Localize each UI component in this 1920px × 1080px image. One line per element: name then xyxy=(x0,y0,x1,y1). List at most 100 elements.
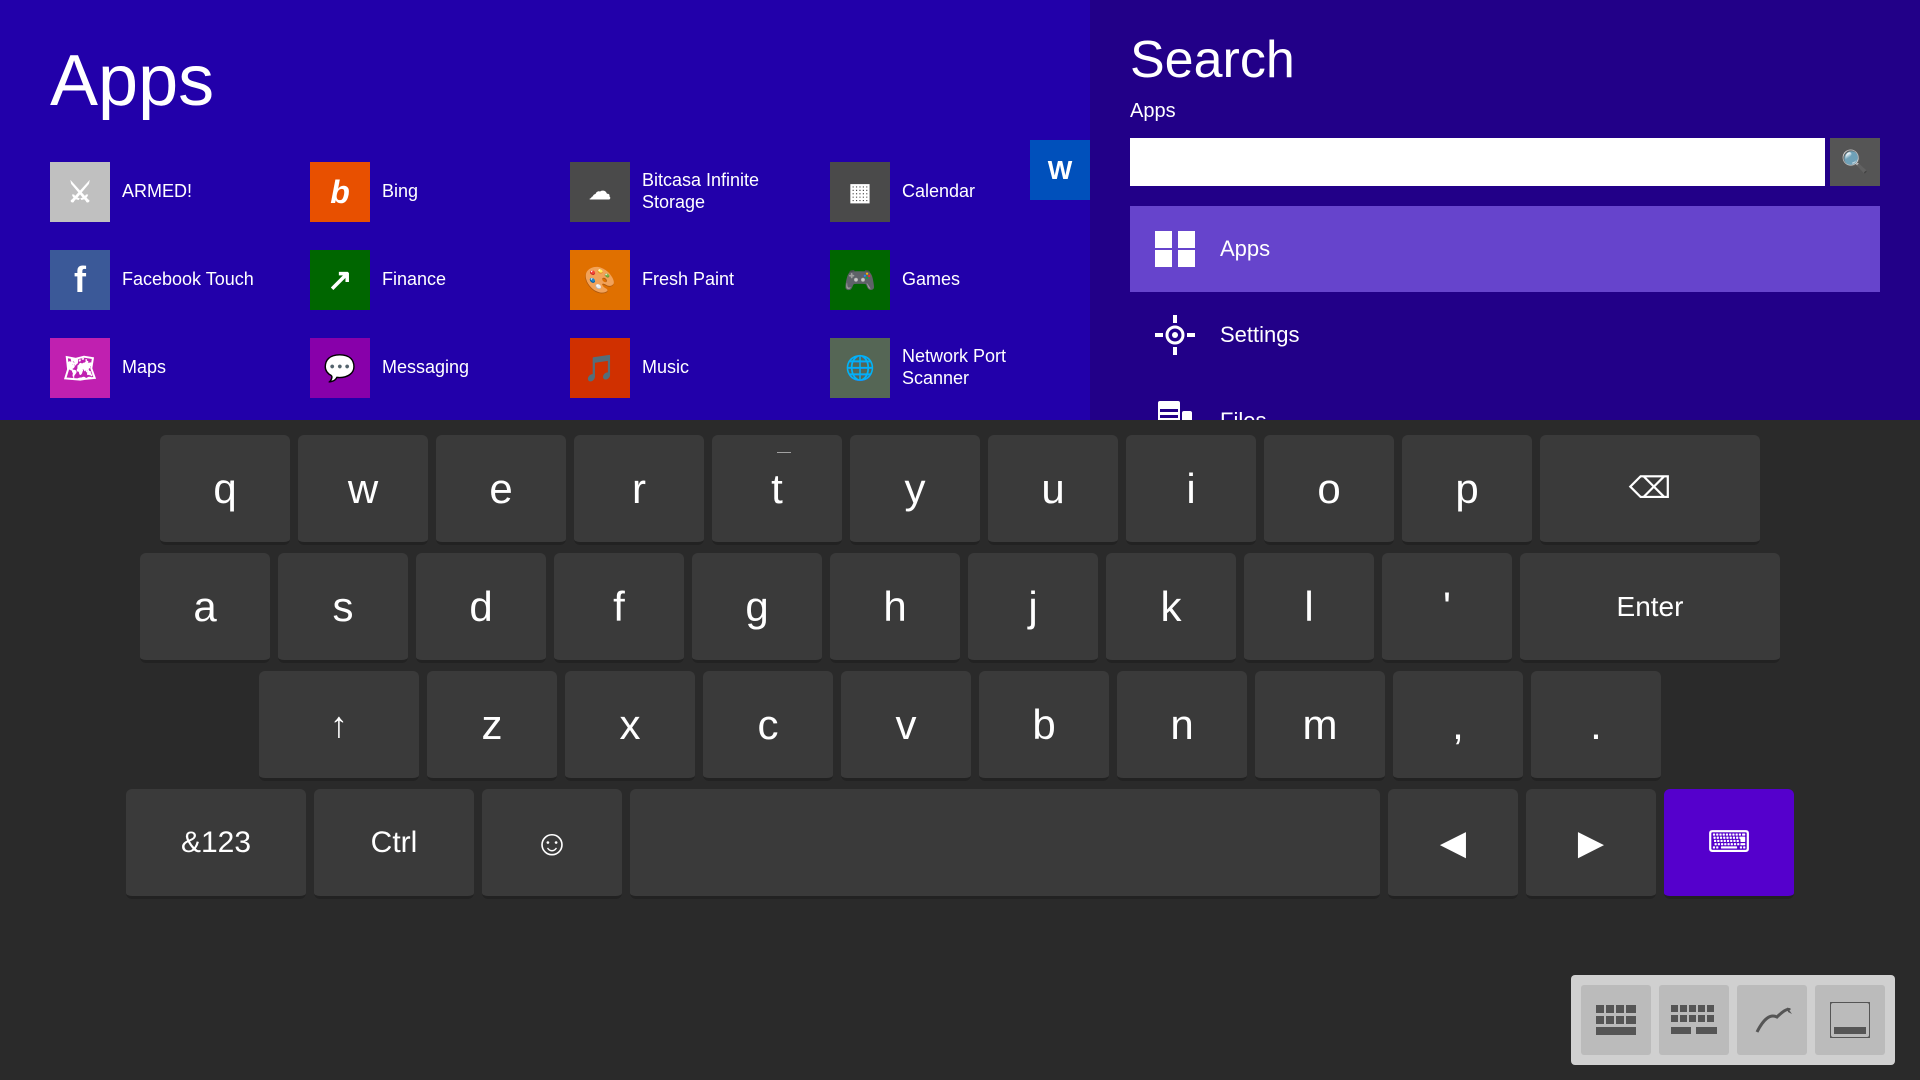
key-keyboard-toggle[interactable]: ⌨ xyxy=(1664,789,1794,899)
key-e[interactable]: e xyxy=(436,435,566,545)
settings-option-icon xyxy=(1150,310,1200,360)
apps-option-icon xyxy=(1150,224,1200,274)
key-apostrophe[interactable]: ' xyxy=(1382,553,1512,663)
key-u[interactable]: u xyxy=(988,435,1118,545)
key-p[interactable]: p xyxy=(1402,435,1532,545)
app-label-bitcasa: Bitcasa Infinite Storage xyxy=(642,170,810,213)
app-item-maps[interactable]: 🗺 Maps xyxy=(50,328,290,408)
keyboard-area: q w e r t — y u i o p ⌫ a s d f g h j xyxy=(0,420,1920,1080)
key-d[interactable]: d xyxy=(416,553,546,663)
key-ctrl[interactable]: Ctrl xyxy=(314,789,474,899)
key-g[interactable]: g xyxy=(692,553,822,663)
search-option-settings[interactable]: Settings xyxy=(1130,292,1880,378)
apps-area: Apps ⚔ ARMED! b Bing ☁ Bitcasa Infinite … xyxy=(0,0,1090,420)
app-label-maps: Maps xyxy=(122,357,166,379)
key-j[interactable]: j xyxy=(968,553,1098,663)
app-label-fresh-paint: Fresh Paint xyxy=(642,269,734,291)
app-item-bing[interactable]: b Bing xyxy=(310,152,550,232)
search-button[interactable]: 🔍 xyxy=(1830,138,1880,186)
key-backspace[interactable]: ⌫ xyxy=(1540,435,1760,545)
tool-standard-keyboard[interactable] xyxy=(1581,985,1651,1055)
app-icon-music: 🎵 xyxy=(570,338,630,398)
app-label-network: Network Port Scanner xyxy=(902,346,1070,389)
app-item-games[interactable]: 🎮 Games xyxy=(830,240,1070,320)
app-item-fresh-paint[interactable]: 🎨 Fresh Paint xyxy=(570,240,810,320)
key-y[interactable]: y xyxy=(850,435,980,545)
app-icon-maps: 🗺 xyxy=(50,338,110,398)
search-option-apps[interactable]: Apps xyxy=(1130,206,1880,292)
keyboard-rows: q w e r t — y u i o p ⌫ a s d f g h j xyxy=(0,420,1920,917)
key-o[interactable]: o xyxy=(1264,435,1394,545)
app-icon-games: 🎮 xyxy=(830,250,890,310)
key-r[interactable]: r xyxy=(574,435,704,545)
app-icon-fresh-paint: 🎨 xyxy=(570,250,630,310)
key-q[interactable]: q xyxy=(160,435,290,545)
keyboard-row-1: q w e r t — y u i o p ⌫ xyxy=(20,435,1900,545)
key-n[interactable]: n xyxy=(1117,671,1247,781)
app-label-games: Games xyxy=(902,269,960,291)
key-s[interactable]: s xyxy=(278,553,408,663)
app-icon-armed: ⚔ xyxy=(50,162,110,222)
key-v[interactable]: v xyxy=(841,671,971,781)
app-icon-facebook: f xyxy=(50,250,110,310)
tool-split-keyboard[interactable] xyxy=(1659,985,1729,1055)
key-a[interactable]: a xyxy=(140,553,270,663)
key-right-arrow[interactable]: ▶ xyxy=(1526,789,1656,899)
search-box-row: 🔍 xyxy=(1130,138,1880,186)
app-label-finance: Finance xyxy=(382,269,446,291)
key-w[interactable]: w xyxy=(298,435,428,545)
key-b[interactable]: b xyxy=(979,671,1109,781)
app-label-messaging: Messaging xyxy=(382,357,469,379)
app-icon-wi: W xyxy=(1030,140,1090,200)
app-icon-bing: b xyxy=(310,162,370,222)
search-title: Search xyxy=(1130,30,1880,90)
key-enter[interactable]: Enter xyxy=(1520,553,1780,663)
app-label-armed: ARMED! xyxy=(122,181,192,203)
key-c[interactable]: c xyxy=(703,671,833,781)
tool-minimize-keyboard[interactable] xyxy=(1815,985,1885,1055)
tool-handwriting[interactable] xyxy=(1737,985,1807,1055)
key-f[interactable]: f xyxy=(554,553,684,663)
keyboard-row-2: a s d f g h j k l ' Enter xyxy=(20,553,1900,663)
key-i[interactable]: i xyxy=(1126,435,1256,545)
app-icon-network: 🌐 xyxy=(830,338,890,398)
search-option-apps-label: Apps xyxy=(1220,236,1270,262)
key-x[interactable]: x xyxy=(565,671,695,781)
app-label-music: Music xyxy=(642,357,689,379)
key-k[interactable]: k xyxy=(1106,553,1236,663)
key-period[interactable]: . xyxy=(1531,671,1661,781)
search-panel: Search Apps 🔍 Apps xyxy=(1090,0,1920,420)
key-m[interactable]: m xyxy=(1255,671,1385,781)
app-item-facebook[interactable]: f Facebook Touch xyxy=(50,240,290,320)
app-label-bing: Bing xyxy=(382,181,418,203)
search-input[interactable] xyxy=(1130,138,1825,186)
key-comma[interactable]: , xyxy=(1393,671,1523,781)
keyboard-row-4: &123 Ctrl ☺ ◀ ▶ ⌨ xyxy=(20,789,1900,899)
key-space[interactable] xyxy=(630,789,1380,899)
key-z[interactable]: z xyxy=(427,671,557,781)
key-emoji[interactable]: ☺ xyxy=(482,789,622,899)
app-label-facebook: Facebook Touch xyxy=(122,269,254,291)
app-item-messaging[interactable]: 💬 Messaging xyxy=(310,328,550,408)
backspace-icon: ⌫ xyxy=(1629,471,1671,506)
app-item-bitcasa[interactable]: ☁ Bitcasa Infinite Storage xyxy=(570,152,810,232)
keyboard-tools xyxy=(1571,975,1895,1065)
keyboard-row-3: ↑ z x c v b n m , . xyxy=(20,671,1900,781)
key-left-arrow[interactable]: ◀ xyxy=(1388,789,1518,899)
app-item-finance[interactable]: ↗ Finance xyxy=(310,240,550,320)
key-shift[interactable]: ↑ xyxy=(259,671,419,781)
app-item-armed[interactable]: ⚔ ARMED! xyxy=(50,152,290,232)
app-label-calendar: Calendar xyxy=(902,181,975,203)
key-numbers[interactable]: &123 xyxy=(126,789,306,899)
app-icon-calendar: ▦ xyxy=(830,162,890,222)
app-item-network[interactable]: 🌐 Network Port Scanner xyxy=(830,328,1070,408)
search-subtitle: Apps xyxy=(1130,100,1880,123)
key-h[interactable]: h xyxy=(830,553,960,663)
search-option-settings-label: Settings xyxy=(1220,322,1300,348)
app-item-music[interactable]: 🎵 Music xyxy=(570,328,810,408)
apps-title: Apps xyxy=(50,40,1040,122)
app-icon-finance: ↗ xyxy=(310,250,370,310)
key-l[interactable]: l xyxy=(1244,553,1374,663)
app-icon-messaging: 💬 xyxy=(310,338,370,398)
key-t[interactable]: t — xyxy=(712,435,842,545)
